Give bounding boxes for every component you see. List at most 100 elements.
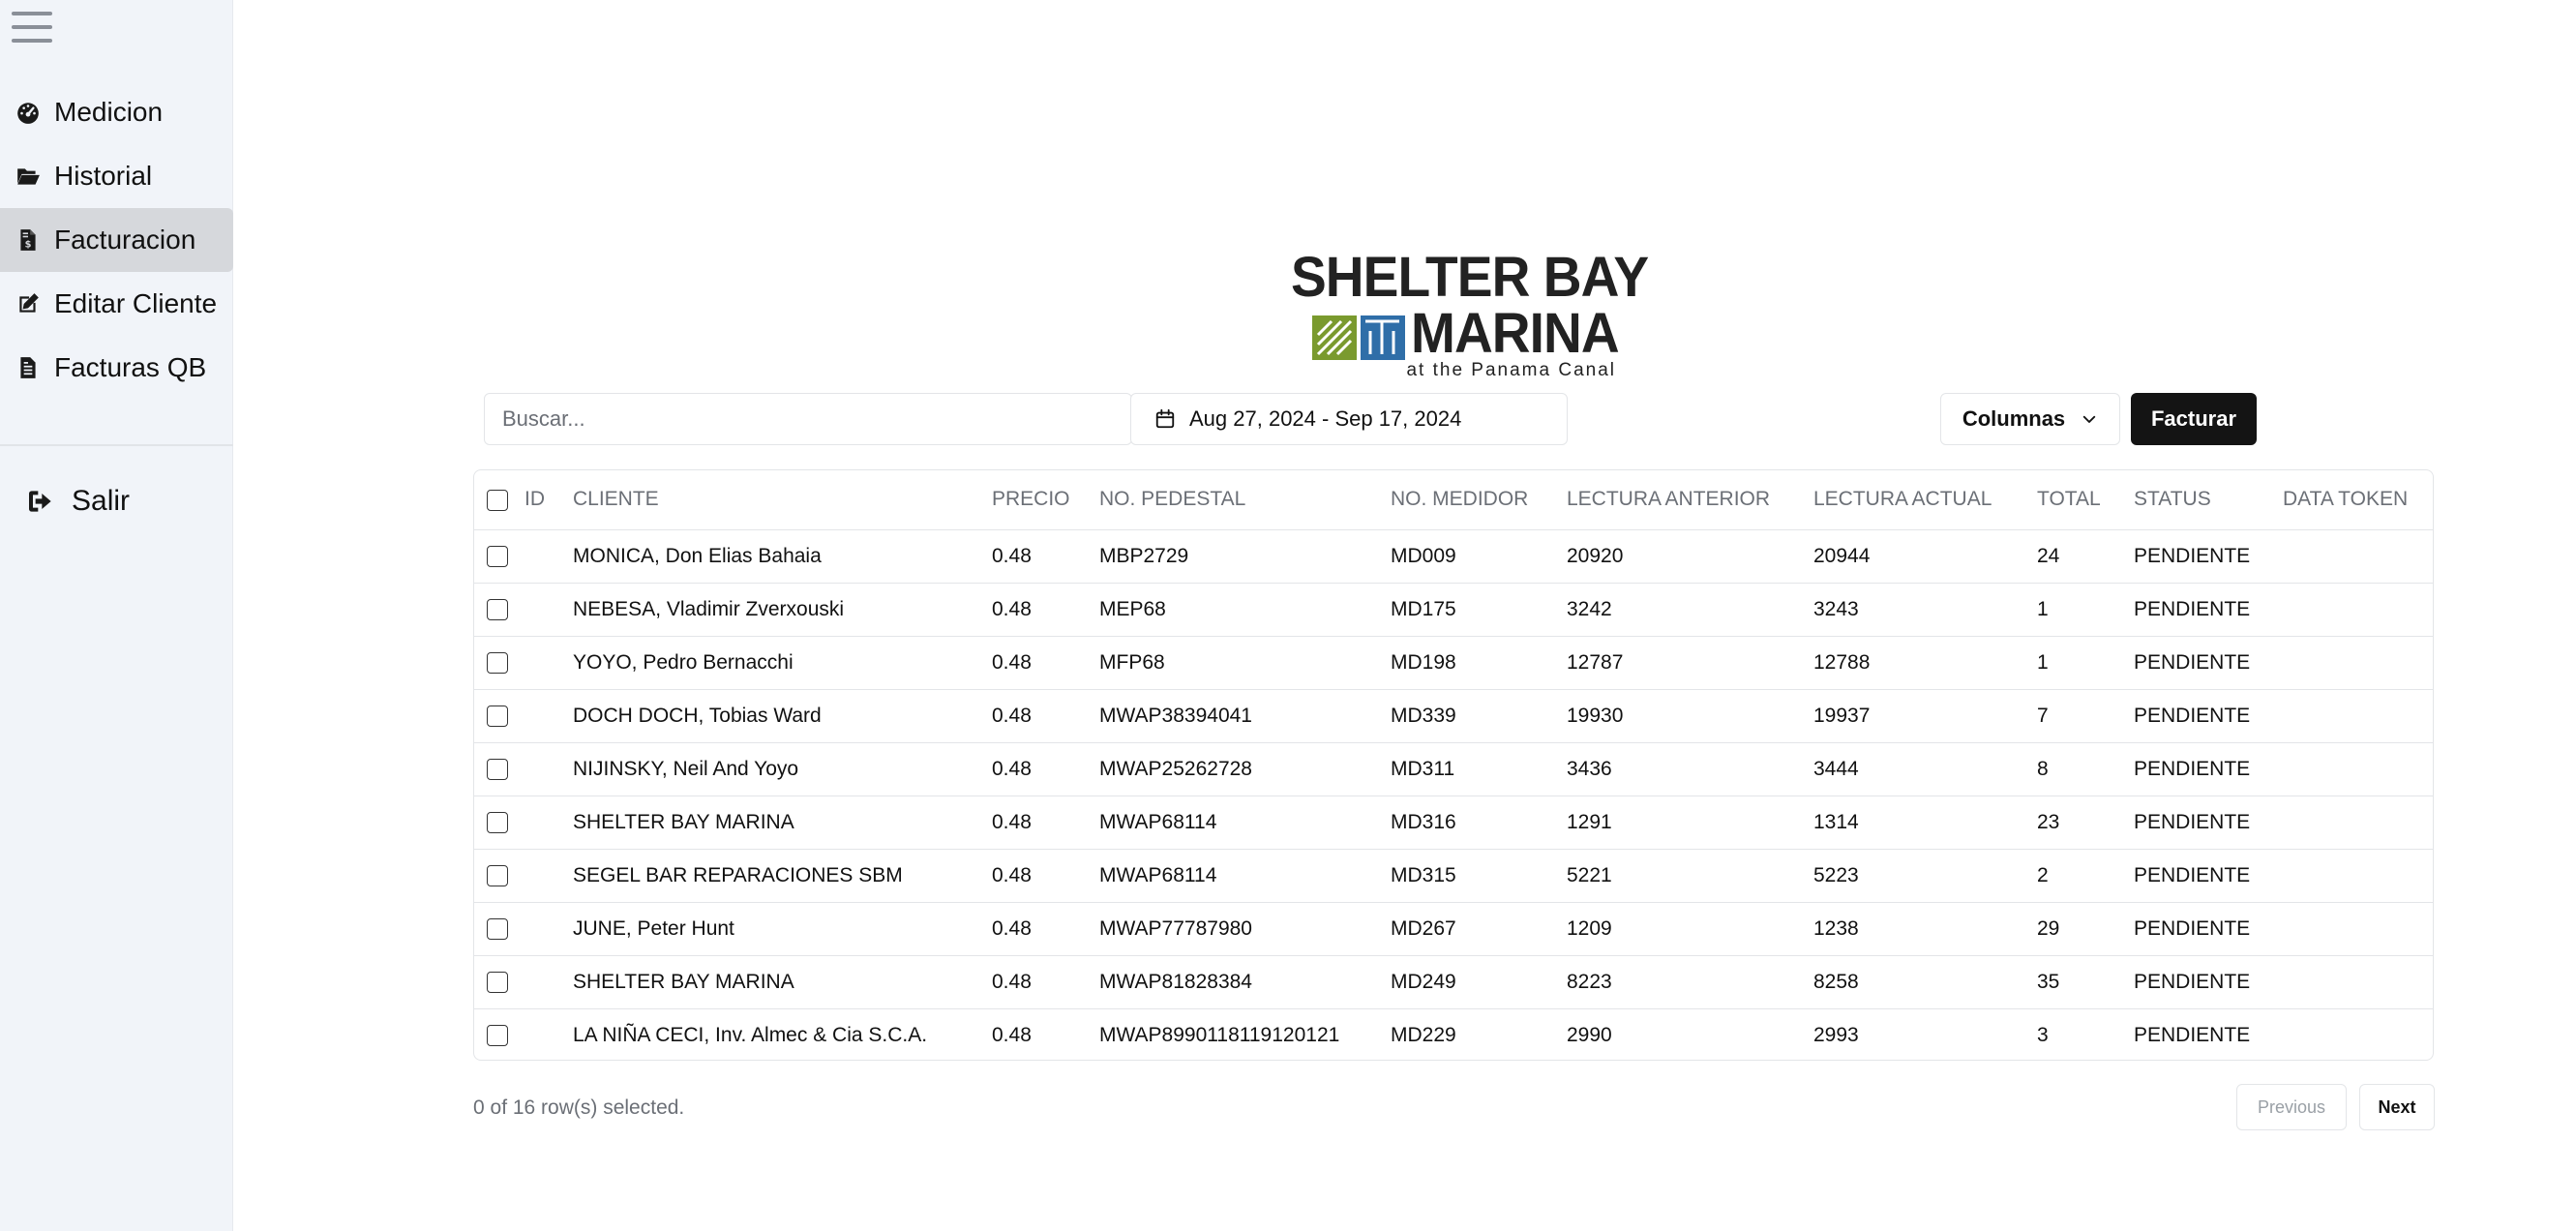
sidebar-item-historial[interactable]: Historial bbox=[0, 144, 233, 208]
date-range-picker[interactable]: Aug 27, 2024 - Sep 17, 2024 bbox=[1130, 393, 1568, 445]
row-checkbox[interactable] bbox=[487, 864, 508, 886]
sign-out-icon bbox=[25, 486, 56, 517]
select-all-checkbox[interactable] bbox=[487, 489, 508, 511]
shelter-bay-marina-logo: SHELTER BAY MARINA at the Panama Canal bbox=[1291, 250, 1649, 381]
row-checkbox[interactable] bbox=[487, 705, 508, 727]
cell-lectura-anterior: 2990 bbox=[1567, 1023, 1612, 1046]
hamburger-menu-icon[interactable] bbox=[10, 10, 54, 45]
columns-button[interactable]: Columnas bbox=[1940, 393, 2120, 445]
cell-status: PENDIENTE bbox=[2134, 796, 2283, 850]
row-checkbox[interactable] bbox=[487, 545, 508, 567]
row-checkbox[interactable] bbox=[487, 1025, 508, 1047]
cell-lectura-anterior: 3436 bbox=[1567, 742, 1813, 796]
column-header-status[interactable]: STATUS bbox=[2134, 470, 2283, 530]
cell-total: 2 bbox=[2037, 849, 2134, 903]
cell-cliente: DOCH DOCH, Tobias Ward bbox=[573, 689, 992, 743]
cell-lectura-anterior: 5221 bbox=[1567, 849, 1813, 903]
table-row[interactable]: DOCH DOCH, Tobias Ward 0.48 MWAP38394041… bbox=[474, 689, 2433, 743]
cell-medidor: MD311 bbox=[1391, 742, 1567, 796]
logout-label: Salir bbox=[72, 485, 131, 517]
sidebar-item-medicion[interactable]: Medicion bbox=[0, 80, 233, 144]
row-checkbox[interactable] bbox=[487, 598, 508, 620]
table-row[interactable]: JUNE, Peter Hunt 0.48 MWAP77787980 MD267… bbox=[474, 902, 2433, 956]
column-header-data-token[interactable]: DATA TOKEN bbox=[2283, 470, 2433, 530]
cell-pedestal: MWAP38394041 bbox=[1099, 689, 1391, 743]
cell-lectura-actual: 19937 bbox=[1813, 689, 2037, 743]
table-row[interactable]: SHELTER BAY MARINA 0.48 MWAP81828384 MD2… bbox=[474, 955, 2433, 1009]
column-header-medidor[interactable]: NO. MEDIDOR bbox=[1391, 470, 1567, 530]
logo-line2: MARINA bbox=[1411, 302, 1620, 365]
column-header-pedestal[interactable]: NO. PEDESTAL bbox=[1099, 470, 1391, 530]
cell-status: PENDIENTE bbox=[2134, 849, 2283, 903]
cell-cliente: SHELTER BAY MARINA bbox=[573, 955, 992, 1009]
table-row[interactable]: LA NIÑA CECI, Inv. Almec & Cia S.C.A. 0.… bbox=[474, 1008, 2433, 1060]
columns-label: Columnas bbox=[1962, 406, 2066, 431]
cell-medidor: MD316 bbox=[1391, 796, 1567, 850]
cell-total: 1 bbox=[2037, 583, 2134, 637]
sidebar-item-editar-cliente[interactable]: Editar Cliente bbox=[0, 272, 233, 336]
cell-medidor: MD315 bbox=[1391, 849, 1567, 903]
row-checkbox[interactable] bbox=[487, 758, 508, 780]
cell-cliente: SEGEL BAR REPARACIONES SBM bbox=[573, 849, 992, 903]
cell-status: PENDIENTE bbox=[2134, 689, 2283, 743]
cell-id bbox=[524, 1008, 573, 1060]
cell-total: 7 bbox=[2037, 689, 2134, 743]
cell-cliente: LA NIÑA CECI, Inv. Almec & Cia S.C.A. bbox=[573, 1023, 928, 1046]
table-row[interactable]: NEBESA, Vladimir Zverxouski 0.48 MEP68 M… bbox=[474, 583, 2433, 637]
date-range-label: Aug 27, 2024 - Sep 17, 2024 bbox=[1189, 406, 1462, 431]
cell-precio: 0.48 bbox=[992, 583, 1099, 637]
cell-precio: 0.48 bbox=[992, 902, 1099, 956]
sidebar-item-label: Facturas QB bbox=[54, 352, 207, 382]
cell-lectura-anterior: 1209 bbox=[1567, 902, 1813, 956]
cell-lectura-actual: 5223 bbox=[1813, 849, 2037, 903]
table-row[interactable]: SHELTER BAY MARINA 0.48 MWAP68114 MD316 … bbox=[474, 796, 2433, 850]
cell-pedestal: MWAP68114 bbox=[1099, 849, 1391, 903]
cell-precio: 0.48 bbox=[992, 636, 1099, 690]
cell-lectura-anterior: 20920 bbox=[1567, 529, 1813, 584]
row-checkbox[interactable] bbox=[487, 971, 508, 993]
table-row[interactable]: MONICA, Don Elias Bahaia 0.48 MBP2729 MD… bbox=[474, 529, 2433, 584]
column-header-lectura-actual[interactable]: LECTURA ACTUAL bbox=[1813, 470, 2037, 530]
cell-lectura-actual: 12788 bbox=[1813, 636, 2037, 690]
cell-status: PENDIENTE bbox=[2134, 955, 2283, 1009]
cell-total: 23 bbox=[2037, 796, 2134, 850]
table-row[interactable]: NIJINSKY, Neil And Yoyo 0.48 MWAP2526272… bbox=[474, 742, 2433, 796]
cell-medidor: MD267 bbox=[1391, 902, 1567, 956]
sidebar-item-facturas-qb[interactable]: Facturas QB bbox=[0, 336, 233, 400]
cell-status: PENDIENTE bbox=[2134, 636, 2283, 690]
invoice-dollar-icon: $ bbox=[15, 227, 41, 253]
cell-data-token bbox=[2283, 529, 2433, 584]
cell-medidor: MD249 bbox=[1391, 955, 1567, 1009]
row-checkbox[interactable] bbox=[487, 651, 508, 674]
column-header-precio[interactable]: PRECIO bbox=[992, 470, 1099, 530]
search-input[interactable] bbox=[484, 393, 1132, 445]
logout-button[interactable]: Salir bbox=[0, 472, 130, 530]
row-checkbox[interactable] bbox=[487, 917, 508, 940]
cell-precio: 0.48 bbox=[992, 742, 1099, 796]
row-checkbox[interactable] bbox=[487, 811, 508, 833]
cell-data-token bbox=[2283, 689, 2433, 743]
sidebar-item-facturacion[interactable]: $ Facturacion bbox=[0, 208, 233, 272]
next-page-button[interactable]: Next bbox=[2359, 1084, 2435, 1130]
cell-data-token bbox=[2283, 902, 2433, 956]
cell-status: PENDIENTE bbox=[2134, 529, 2283, 584]
facturar-button[interactable]: Facturar bbox=[2131, 393, 2257, 445]
column-header-total[interactable]: TOTAL bbox=[2037, 470, 2134, 530]
table-header-row: ID CLIENTE PRECIO NO. PEDESTAL NO. MEDID… bbox=[474, 470, 2433, 530]
svg-text:$: $ bbox=[25, 240, 32, 251]
cell-lectura-actual: 2993 bbox=[1813, 1023, 1859, 1046]
cell-pedestal: MWAP81828384 bbox=[1099, 955, 1391, 1009]
column-header-lectura-anterior[interactable]: LECTURA ANTERIOR bbox=[1567, 470, 1813, 530]
cell-total: 29 bbox=[2037, 902, 2134, 956]
sidebar: Medicion Historial $ Facturacion Editar … bbox=[0, 0, 233, 1231]
cell-data-token bbox=[2283, 1008, 2433, 1060]
table-row[interactable]: YOYO, Pedro Bernacchi 0.48 MFP68 MD198 1… bbox=[474, 636, 2433, 690]
cell-precio: 0.48 bbox=[992, 1023, 1032, 1046]
column-header-cliente[interactable]: CLIENTE bbox=[573, 470, 992, 530]
column-header-id[interactable]: ID bbox=[524, 470, 573, 530]
table-row[interactable]: SEGEL BAR REPARACIONES SBM 0.48 MWAP6811… bbox=[474, 849, 2433, 903]
previous-page-button[interactable]: Previous bbox=[2236, 1084, 2347, 1130]
edit-icon bbox=[15, 291, 41, 316]
cell-medidor: MD009 bbox=[1391, 529, 1567, 584]
sidebar-item-label: Historial bbox=[54, 161, 153, 191]
